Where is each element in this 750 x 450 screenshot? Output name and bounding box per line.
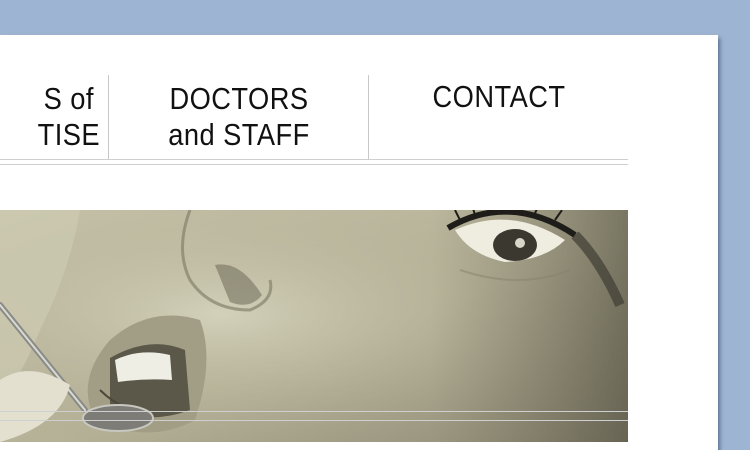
nav-label-line1: DOCTORS [169, 81, 309, 116]
hero-illustration [0, 210, 628, 442]
nav-label-line1: S of [43, 81, 94, 116]
nav-divider [368, 75, 369, 159]
hero-rule-bottom [0, 420, 628, 421]
nav-divider [108, 75, 109, 159]
nav-item-contact[interactable]: CONTACT [385, 55, 612, 139]
nav-label-line1: CONTACT [432, 79, 566, 114]
nav-label-line2: TISE [37, 117, 100, 152]
content-panel: S of TISE DOCTORS and STAFF CONTACT [0, 35, 718, 450]
nav-item-doctors-and-staff[interactable]: DOCTORS and STAFF [125, 75, 352, 159]
main-navigation: S of TISE DOCTORS and STAFF CONTACT [0, 75, 628, 159]
hero-image [0, 210, 628, 442]
hero-rule-top [0, 411, 628, 412]
nav-rule-top [0, 159, 628, 160]
nav-rule-bottom [0, 164, 628, 165]
nav-item-expertise[interactable]: S of TISE [0, 75, 100, 159]
nav-label-line2: and STAFF [168, 117, 310, 152]
